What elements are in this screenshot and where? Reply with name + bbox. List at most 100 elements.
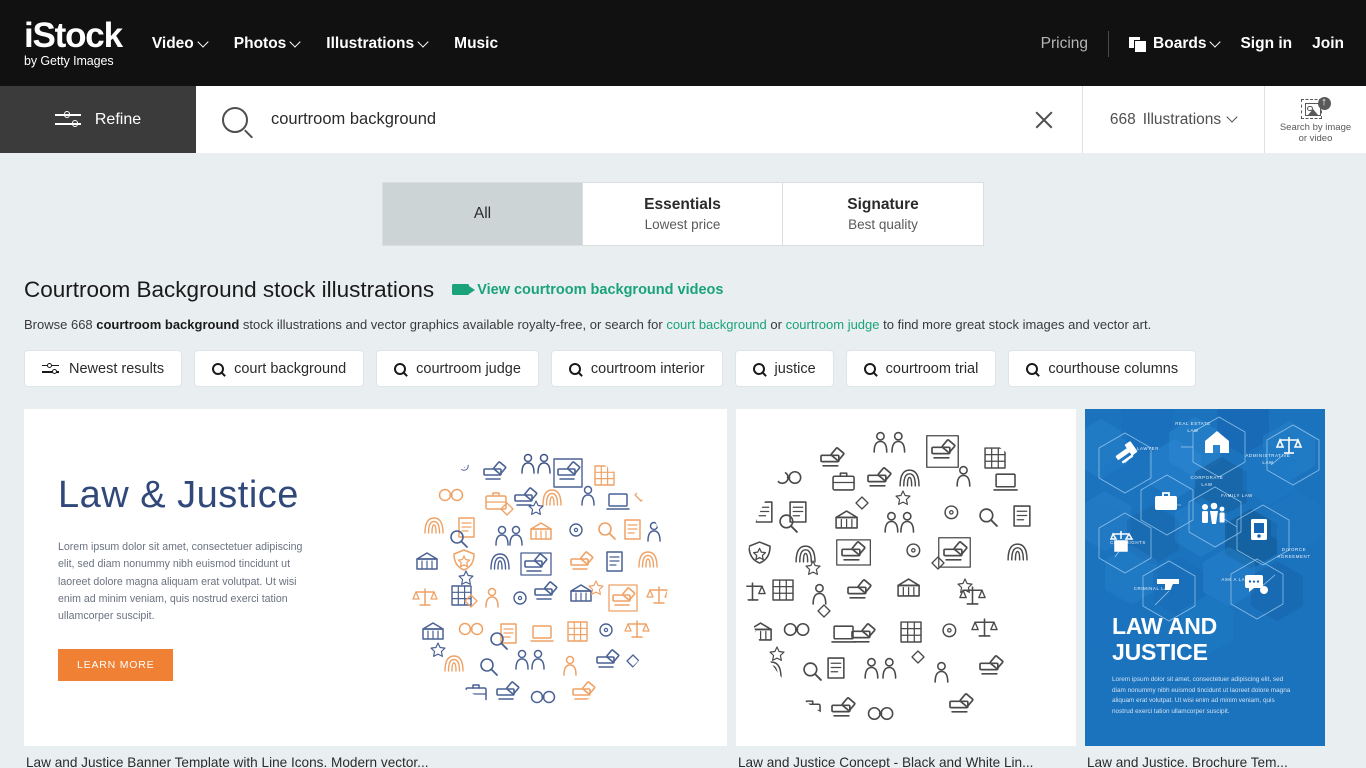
desc-link-courtroom-judge[interactable]: courtroom judge bbox=[786, 317, 880, 332]
view-videos-link[interactable]: View courtroom background videos bbox=[452, 282, 723, 298]
content-tier-tabs-row: All Essentials Lowest price Signature Be… bbox=[0, 182, 1366, 246]
tab-essentials-label: Essentials bbox=[644, 196, 721, 213]
tab-essentials[interactable]: Essentials Lowest price bbox=[583, 183, 783, 245]
result-caption: Law and Justice Concept - Black and Whit… bbox=[736, 746, 1076, 768]
chip-courtroom-trial[interactable]: courtroom trial bbox=[845, 350, 997, 388]
secondary-nav: Pricing Boards Sign in Join bbox=[1041, 31, 1344, 57]
boards-icon bbox=[1129, 37, 1148, 53]
top-navigation-bar: iStock by Getty Images Video Photos Illu… bbox=[0, 0, 1366, 86]
result-card[interactable]: Law & Justice Lorem ipsum dolor sit amet… bbox=[24, 409, 727, 768]
chip-label: courthouse columns bbox=[1048, 360, 1179, 377]
nav-item-video-label: Video bbox=[151, 35, 194, 52]
content-tier-tabs: All Essentials Lowest price Signature Be… bbox=[382, 182, 984, 246]
brochure-headline-line1: LAW AND bbox=[1112, 613, 1218, 640]
chevron-down-icon bbox=[291, 38, 300, 47]
nav-item-boards[interactable]: Boards bbox=[1129, 35, 1220, 53]
tab-signature-label: Signature bbox=[847, 196, 919, 213]
result-title[interactable]: Law and Justice Concept - Black and Whit… bbox=[738, 755, 1074, 768]
search-icon[interactable] bbox=[222, 106, 248, 133]
hex-label-civil-rights: CIVIL RIGHTS bbox=[1110, 540, 1146, 546]
artwork-body-text: Lorem ipsum dolor sit amet, consectetuer… bbox=[58, 541, 303, 622]
sign-in-button[interactable]: Sign in bbox=[1240, 35, 1292, 53]
result-title[interactable]: Law and Justice Banner Template with Lin… bbox=[26, 755, 725, 768]
desc-link-court-background[interactable]: court background bbox=[666, 317, 766, 332]
tab-all-label: All bbox=[473, 205, 492, 222]
brochure-body-text: Lorem ipsum dolor sit amet, consectetuer… bbox=[1112, 675, 1291, 715]
clear-search-icon[interactable] bbox=[1032, 108, 1056, 132]
chip-newest-results[interactable]: Newest results bbox=[24, 350, 183, 388]
video-camera-icon bbox=[452, 284, 476, 295]
chip-label: courtroom interior bbox=[590, 360, 705, 377]
brochure-artwork: REAL ESTATE LAW LAWYER ADMINISTRATIVE LA… bbox=[1085, 409, 1325, 746]
desc-part-4: to find more great stock images and vect… bbox=[879, 317, 1152, 332]
results-type-label: Illustrations bbox=[1142, 110, 1222, 128]
chip-court-background[interactable]: court background bbox=[194, 350, 365, 388]
law-icon-cluster-bw-svg bbox=[746, 431, 1031, 721]
search-icon bbox=[568, 362, 581, 375]
nav-item-pricing[interactable]: Pricing bbox=[1041, 35, 1088, 53]
chip-courtroom-judge[interactable]: courtroom judge bbox=[376, 350, 539, 388]
join-button[interactable]: Join bbox=[1312, 35, 1344, 53]
chevron-down-icon bbox=[199, 38, 208, 47]
law-icon-cluster bbox=[378, 443, 693, 713]
nav-item-boards-label: Boards bbox=[1153, 35, 1207, 52]
hex-label-real-estate-law: REAL ESTATE LAW bbox=[1175, 421, 1211, 433]
chip-label: courtroom trial bbox=[885, 360, 979, 377]
hex-label-divorce-agreement: DIVORCE AGREEMENT bbox=[1277, 547, 1311, 559]
logo-wordmark: iStock bbox=[24, 15, 123, 55]
hex-label-administrative-law: ADMINISTRATIVE LAW bbox=[1245, 453, 1291, 465]
result-thumbnail[interactable]: Law & Justice Lorem ipsum dolor sit amet… bbox=[24, 409, 727, 747]
image-upload-icon bbox=[1300, 95, 1331, 121]
results-type-dropdown[interactable]: 668 Illustrations bbox=[1083, 86, 1265, 153]
tab-essentials-sublabel: Lowest price bbox=[644, 217, 721, 232]
chip-label: Newest results bbox=[69, 360, 165, 377]
search-input-area bbox=[196, 86, 1083, 153]
desc-part-3: or bbox=[766, 317, 786, 332]
artwork-headline: Law & Justice bbox=[58, 474, 299, 517]
search-icon bbox=[394, 362, 407, 375]
result-thumbnail[interactable] bbox=[736, 409, 1076, 747]
desc-bold-term: courtroom background bbox=[96, 317, 240, 332]
search-icon bbox=[212, 362, 225, 375]
chip-courtroom-interior[interactable]: courtroom interior bbox=[550, 350, 723, 388]
view-videos-link-label: View courtroom background videos bbox=[477, 281, 724, 298]
chevron-down-icon bbox=[1228, 113, 1237, 122]
result-title[interactable]: Law and Justice. Brochure Tem... bbox=[1087, 755, 1323, 768]
brochure-text-block: LAW AND JUSTICE Lorem ipsum dolor sit am… bbox=[1112, 614, 1307, 717]
refine-button[interactable]: Refine bbox=[0, 86, 196, 153]
chevron-down-icon bbox=[419, 38, 428, 47]
hex-label-family-law: FAMILY LAW bbox=[1221, 493, 1253, 499]
page-title: Courtroom Background stock illustrations bbox=[24, 277, 435, 302]
desc-part-1: Browse 668 bbox=[24, 317, 97, 332]
search-bar: Refine 668 Illustrations Search by image… bbox=[0, 86, 1366, 153]
result-thumbnail[interactable]: REAL ESTATE LAW LAWYER ADMINISTRATIVE LA… bbox=[1085, 409, 1325, 747]
law-icon-cluster-svg bbox=[411, 453, 668, 703]
nav-item-video[interactable]: Video bbox=[152, 35, 208, 53]
search-by-image-button[interactable]: Search by image or video bbox=[1265, 86, 1366, 153]
nav-item-illustrations-label: Illustrations bbox=[326, 35, 415, 52]
result-card[interactable]: Law and Justice Concept - Black and Whit… bbox=[736, 409, 1076, 768]
nav-divider bbox=[1108, 31, 1110, 57]
hex-label-corporate-law: CORPORATE LAW bbox=[1190, 475, 1224, 487]
sliders-icon bbox=[54, 111, 81, 128]
tab-signature[interactable]: Signature Best quality bbox=[783, 183, 983, 245]
nav-item-photos[interactable]: Photos bbox=[234, 35, 301, 53]
chip-label: justice bbox=[774, 360, 816, 377]
nav-item-photos-label: Photos bbox=[233, 35, 287, 52]
logo-tagline: by Getty Images bbox=[24, 53, 114, 68]
chip-label: court background bbox=[234, 360, 347, 377]
chip-justice[interactable]: justice bbox=[734, 350, 834, 388]
istock-logo[interactable]: iStock by Getty Images bbox=[24, 15, 123, 68]
nav-item-music[interactable]: Music bbox=[454, 35, 498, 53]
tab-all[interactable]: All bbox=[383, 183, 583, 245]
nav-item-illustrations[interactable]: Illustrations bbox=[326, 35, 428, 53]
artwork-cta-button: LEARN MORE bbox=[58, 649, 174, 682]
chip-courthouse-columns[interactable]: courthouse columns bbox=[1008, 350, 1197, 388]
result-caption: Law and Justice Banner Template with Lin… bbox=[24, 746, 727, 768]
title-row: Courtroom Background stock illustrations… bbox=[24, 277, 1342, 303]
results-count-value: 668 bbox=[1109, 110, 1136, 128]
page-description: Browse 668 courtroom background stock il… bbox=[24, 316, 1342, 334]
result-card[interactable]: REAL ESTATE LAW LAWYER ADMINISTRATIVE LA… bbox=[1085, 409, 1325, 768]
brochure-headline-line2: JUSTICE bbox=[1112, 639, 1208, 666]
search-input[interactable] bbox=[271, 110, 1032, 129]
